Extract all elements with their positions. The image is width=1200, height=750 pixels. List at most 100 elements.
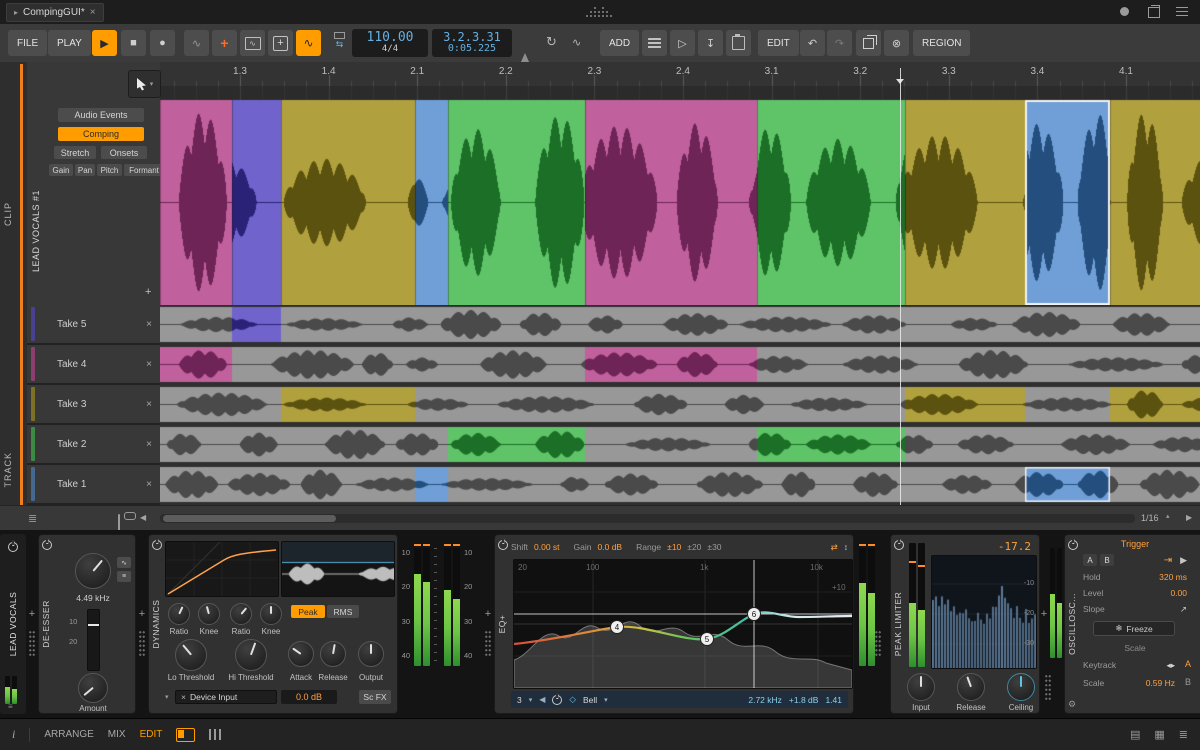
eq-lr-icon[interactable]: ⇄ (831, 542, 838, 553)
band-power-icon[interactable] (552, 694, 563, 705)
limiter-input-knob[interactable] (907, 673, 935, 701)
trigger-input-icon[interactable]: ⇥ (1164, 555, 1172, 566)
limiter-readout[interactable]: -17.2 (998, 540, 1031, 553)
scrollbar-thumb[interactable] (163, 515, 336, 522)
take-close-icon[interactable]: × (146, 439, 152, 450)
drag-handle-icon[interactable] (138, 630, 146, 656)
band-prev-icon[interactable]: ◀ (539, 695, 545, 704)
dynamics-curve-display[interactable] (165, 541, 279, 597)
rms-toggle[interactable]: RMS (327, 605, 359, 618)
eq-power-icon[interactable] (498, 540, 508, 550)
take-waveform[interactable] (160, 305, 1200, 345)
grid-panel-icon[interactable]: ▦ (1154, 728, 1164, 741)
device-separator[interactable]: + (482, 534, 494, 714)
tempo-value[interactable]: 110.00 (352, 31, 428, 45)
audio-events-button[interactable]: Audio Events (58, 108, 144, 122)
pitch-mode-button[interactable]: Pitch (97, 164, 122, 176)
take-label-cell[interactable]: Take 2 × (27, 425, 160, 463)
time-signature[interactable]: 4/4 (352, 44, 428, 54)
pointer-tool-button[interactable]: ▾ (128, 70, 161, 98)
take-waveform[interactable] (160, 425, 1200, 465)
sidechain-source-dropdown[interactable]: × Device Input (175, 690, 277, 704)
stretch-button[interactable]: Stretch (54, 146, 96, 159)
list-panel-icon[interactable]: ≣ (1179, 728, 1188, 741)
dynamics-gain-value[interactable]: 0.0 dB (281, 690, 337, 704)
osc-a-button[interactable]: A (1083, 554, 1097, 566)
horizontal-scrollbar[interactable] (160, 514, 1135, 523)
take-close-icon[interactable]: × (146, 359, 152, 370)
eq-updown-icon[interactable]: ↕ (844, 542, 848, 552)
device-eq[interactable]: EQ+ Shift 0.00 st Gain 0.0 dB Range ±10 … (494, 534, 854, 714)
eq-node-6[interactable]: 6 (747, 607, 761, 621)
take-label-cell[interactable]: Take 5 × (27, 305, 160, 343)
dynamics-knee2-knob[interactable] (260, 603, 282, 625)
mixer-panel-toggle[interactable] (209, 729, 222, 740)
timeline-ruler[interactable]: 1.3 1.4 2.1 2.2 2.3 2.4 3.1 3.2 3.3 3.4 4.1 (160, 62, 1200, 87)
limiter-power-icon[interactable] (894, 540, 904, 550)
gain-mode-button[interactable]: Gain (49, 164, 73, 176)
drag-handle-icon[interactable] (1044, 674, 1052, 700)
insert-device-icon[interactable]: + (485, 608, 491, 620)
take-waveform[interactable] (160, 385, 1200, 425)
comp-lane[interactable] (160, 86, 1200, 306)
band-dropdown-icon[interactable]: ▾ (529, 696, 533, 704)
release-knob[interactable] (320, 641, 346, 667)
monitor-button[interactable]: ∿ (240, 30, 265, 56)
limiter-display[interactable]: -10 -20 -30 (931, 555, 1037, 669)
eq-node-5[interactable]: 5 (700, 632, 714, 646)
file-button[interactable]: FILE (8, 30, 48, 56)
scroll-left-button[interactable]: ◀ (140, 513, 146, 522)
lo-threshold-knob[interactable] (175, 639, 207, 671)
drag-handle-icon[interactable] (874, 630, 882, 656)
add-track-button[interactable]: + (268, 30, 293, 56)
limiter-ceiling-knob[interactable] (1007, 673, 1035, 701)
deesser-listen-button[interactable]: ∿ (117, 557, 131, 568)
grid-zoom-value[interactable]: 1/16 (1141, 513, 1159, 523)
transport-mode-icons[interactable]: ⇆ (334, 32, 345, 49)
region-button[interactable]: REGION (913, 30, 971, 56)
dynamics-power-icon[interactable] (152, 540, 162, 550)
osc-slot-a-button[interactable]: A (1185, 659, 1191, 669)
band-count[interactable]: 3 (517, 695, 522, 705)
record-button[interactable]: ● (150, 30, 175, 56)
clip-button[interactable] (726, 30, 751, 56)
metronome-button[interactable] (520, 36, 530, 64)
band-freq[interactable]: 2.72 kHz (748, 695, 782, 705)
take-label-cell[interactable]: Take 4 × (27, 345, 160, 383)
band-type[interactable]: Bell (583, 695, 597, 705)
time-value[interactable]: 0:05.225 (432, 44, 512, 55)
edit-menu-button[interactable]: EDIT (758, 30, 799, 56)
peak-toggle[interactable]: Peak (291, 605, 325, 618)
delete-button[interactable]: ⊗ (884, 30, 909, 56)
deesser-threshold-slider[interactable] (87, 609, 100, 671)
device-separator[interactable]: + (136, 534, 148, 714)
osc-play-icon[interactable]: ▶ (1180, 555, 1187, 566)
project-tab-close-icon[interactable]: × (90, 7, 96, 18)
device-dynamics[interactable]: DYNAMICS Ratio Knee Ratio Knee Peak RMS … (148, 534, 398, 714)
device-deesser[interactable]: DE-ESSER ∿ ≡ 4.49 kHz 10 20 Amount (38, 534, 136, 714)
comp-waveform[interactable] (160, 86, 1200, 305)
undo-button[interactable]: ↶ (800, 30, 825, 56)
position-display[interactable]: 3.2.3.31 0:05.225 (432, 29, 512, 57)
dynamics-ratio2-knob[interactable] (230, 603, 252, 625)
attack-knob[interactable] (288, 641, 314, 667)
onsets-button[interactable]: Onsets (101, 146, 147, 159)
slider-handle[interactable] (88, 624, 99, 626)
deesser-mode-button[interactable]: ≡ (117, 571, 131, 582)
deesser-amount-knob[interactable] (78, 673, 108, 703)
drag-handle-icon[interactable] (28, 630, 36, 656)
automation-follow-button[interactable]: ∿ (572, 36, 581, 49)
band-q[interactable]: 1.41 (825, 695, 842, 705)
insert-device-icon[interactable]: + (1041, 608, 1047, 620)
play-button[interactable]: ▶ (92, 30, 117, 56)
take-waveform[interactable] (160, 465, 1200, 505)
comping-button[interactable]: Comping (58, 127, 144, 141)
window-menu-icon[interactable] (1176, 7, 1188, 16)
chain-menu-icon[interactable]: ≡ (8, 702, 13, 711)
note-editor-button[interactable] (642, 30, 667, 56)
hi-threshold-knob[interactable] (235, 639, 267, 671)
duplicate-button[interactable] (856, 30, 881, 56)
arrange-view-button[interactable]: ARRANGE (44, 729, 93, 740)
mix-view-button[interactable]: MIX (108, 729, 126, 740)
hold-value[interactable]: 320 ms (1159, 572, 1187, 582)
